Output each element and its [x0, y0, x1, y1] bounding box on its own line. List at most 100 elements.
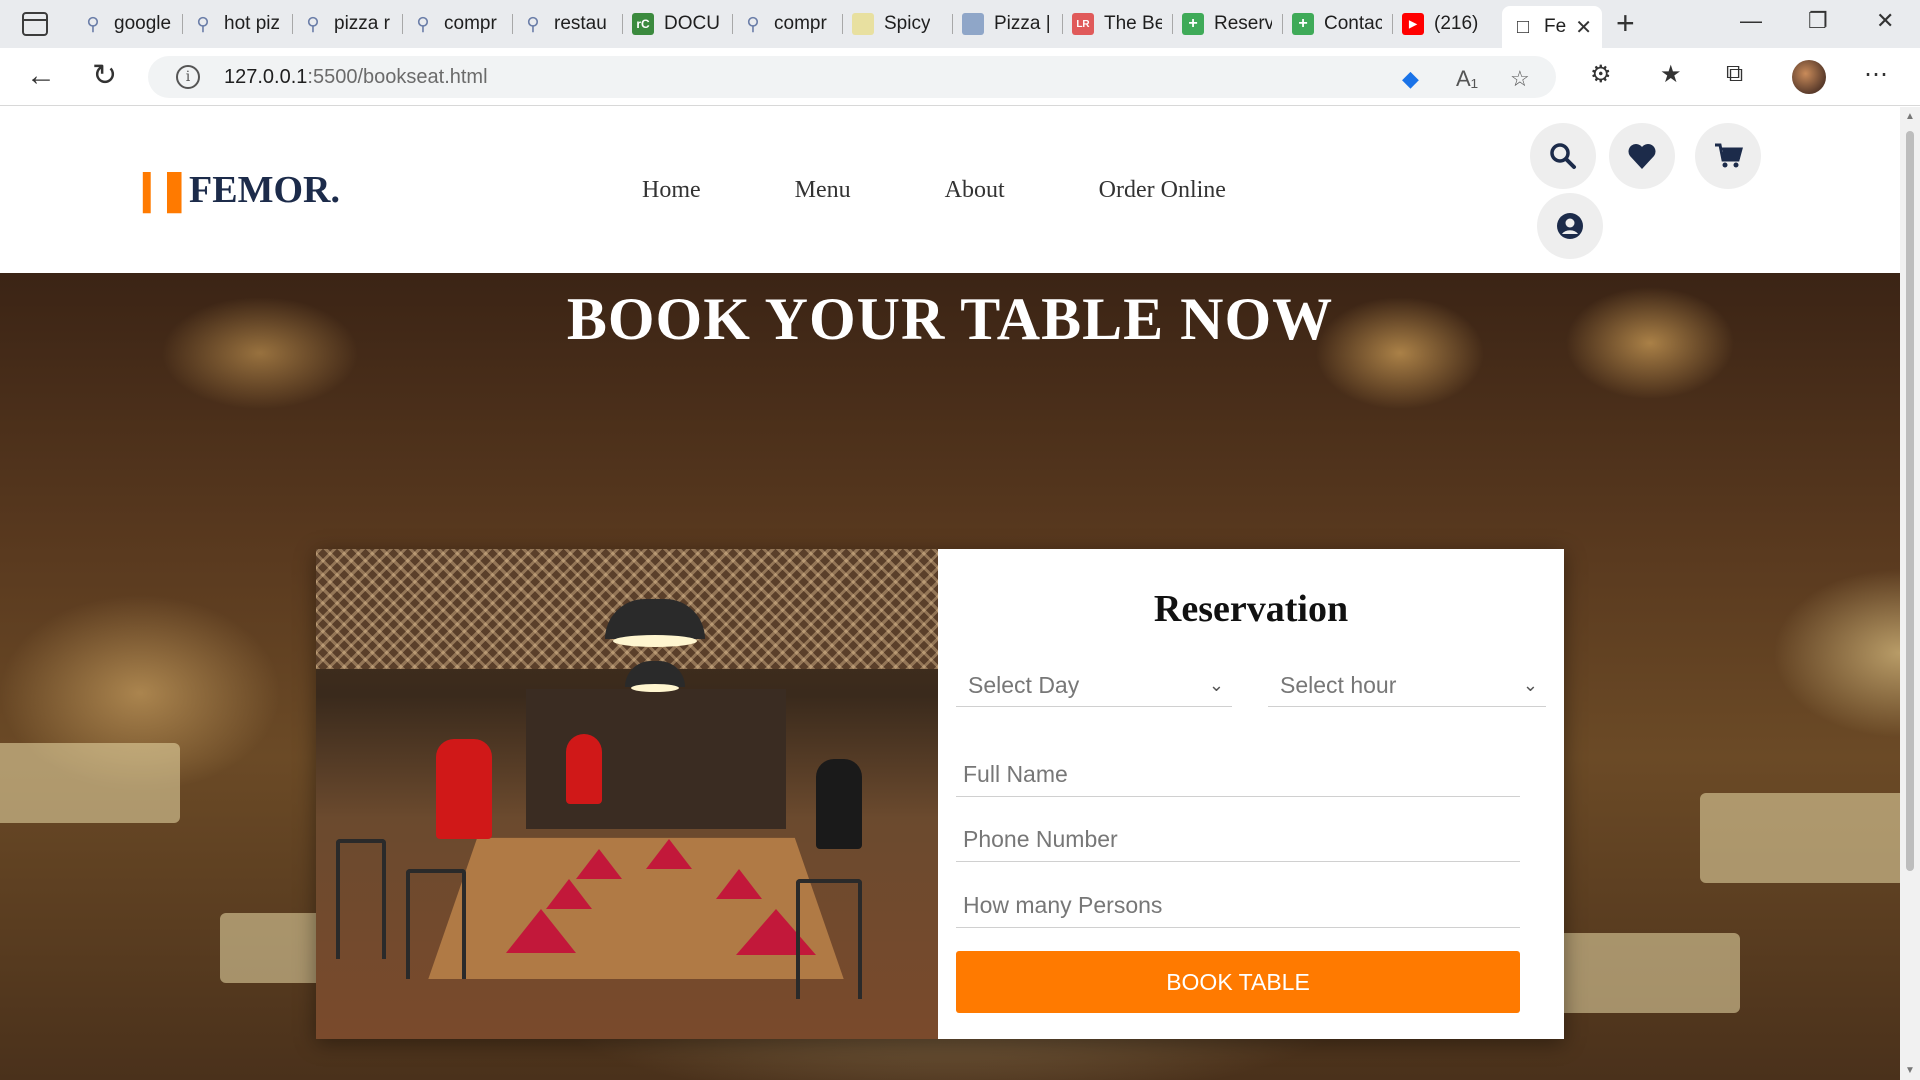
- select-hour[interactable]: Select hour ⌄: [1268, 663, 1546, 707]
- main-nav: Home Menu About Order Online: [642, 177, 1320, 204]
- book-table-button[interactable]: BOOK TABLE: [956, 951, 1520, 1013]
- scroll-thumb[interactable]: [1906, 131, 1914, 871]
- tab-title: DOCU: [664, 13, 720, 34]
- tab-title: The Be: [1104, 13, 1162, 34]
- close-window-icon[interactable]: ✕: [1876, 8, 1894, 34]
- tab-actions-icon[interactable]: [22, 12, 48, 36]
- refresh-icon[interactable]: ↻: [92, 58, 117, 94]
- heart-icon: [1628, 144, 1656, 169]
- nav-about[interactable]: About: [945, 177, 1005, 204]
- add-favorite-icon[interactable]: ☆: [1510, 66, 1530, 92]
- staff-figure: [566, 734, 602, 804]
- favorites-icon[interactable]: ★: [1660, 60, 1682, 89]
- chevron-down-icon: ⌄: [1522, 675, 1538, 695]
- browser-tab[interactable]: + Reserv: [1172, 6, 1282, 42]
- rc-icon: rC: [632, 13, 654, 35]
- minimize-icon[interactable]: —: [1740, 8, 1762, 34]
- dining-table: [428, 837, 844, 979]
- tab-title: restau: [554, 13, 607, 34]
- cart-button[interactable]: [1695, 123, 1761, 189]
- search-button[interactable]: [1530, 123, 1596, 189]
- browser-tab[interactable]: ⚲ google: [72, 6, 182, 42]
- youtube-icon: ▶: [1402, 13, 1424, 35]
- browser-tab[interactable]: ▶ (216): [1392, 6, 1502, 42]
- phone-number-field[interactable]: Phone Number: [956, 816, 1520, 862]
- browser-tab[interactable]: ⚲ compr: [402, 6, 512, 42]
- tab-title: compr: [774, 13, 827, 34]
- lr-icon: LR: [1072, 13, 1094, 35]
- tab-list: ⚲ google ⚲ hot piz ⚲ pizza r ⚲ compr ⚲ restau…: [72, 6, 1602, 48]
- select-day[interactable]: Select Day ⌄: [956, 663, 1232, 707]
- account-button[interactable]: [1537, 193, 1603, 259]
- select-hour-value: Select hour: [1280, 672, 1397, 698]
- tab-title: Fe: [1544, 16, 1567, 37]
- persons-count-placeholder: How many Persons: [963, 892, 1163, 918]
- nav-home[interactable]: Home: [642, 177, 701, 204]
- chair: [336, 839, 386, 959]
- wishlist-button[interactable]: [1609, 123, 1675, 189]
- url-text[interactable]: 127.0.0.1:5500/bookseat.html: [224, 66, 488, 89]
- address-bar[interactable]: i 127.0.0.1:5500/bookseat.html ◆ A₁ ☆: [148, 56, 1556, 98]
- nav-menu[interactable]: Menu: [795, 177, 851, 204]
- scroll-up-icon[interactable]: ▲: [1905, 111, 1915, 122]
- background-table: [0, 743, 180, 823]
- staff-figure: [436, 739, 492, 839]
- coupon-icon[interactable]: ◆: [1402, 66, 1419, 92]
- search-icon: ⚲: [746, 13, 760, 34]
- browser-tab[interactable]: ⚲ hot piz: [182, 6, 292, 42]
- read-aloud-icon[interactable]: A₁: [1456, 66, 1478, 92]
- phone-number-placeholder: Phone Number: [963, 826, 1118, 852]
- profile-avatar[interactable]: [1792, 60, 1826, 94]
- cart-icon: [1715, 143, 1743, 168]
- browser-tab[interactable]: Spicy: [842, 6, 952, 42]
- tab-title: compr: [444, 13, 497, 34]
- full-name-field[interactable]: Full Name: [956, 751, 1520, 797]
- back-icon[interactable]: ←: [26, 58, 56, 94]
- user-icon: [1557, 213, 1583, 239]
- scroll-down-icon[interactable]: ▼: [1905, 1065, 1915, 1076]
- tab-title: (216): [1434, 13, 1479, 34]
- browser-tab[interactable]: LR The Be: [1062, 6, 1172, 42]
- restore-icon[interactable]: ❐: [1808, 8, 1828, 34]
- tab-title: google: [114, 13, 172, 34]
- url-host: 127.0.0.1: [224, 66, 308, 88]
- photo-bar-wall: [526, 689, 786, 829]
- site-header: ❙❚ FEMOR. Home Menu About Order Online: [0, 107, 1900, 273]
- browser-tab[interactable]: ⚲ restau: [512, 6, 622, 42]
- browser-tab[interactable]: + Contac: [1282, 6, 1392, 42]
- tab-title: Contac: [1324, 13, 1382, 34]
- extensions-icon[interactable]: ⚙: [1590, 60, 1612, 89]
- browser-tab[interactable]: rC DOCU: [622, 6, 732, 42]
- browser-tabstrip: ⚲ google ⚲ hot piz ⚲ pizza r ⚲ compr ⚲ restau…: [0, 0, 1920, 48]
- chevron-down-icon: ⌄: [1208, 675, 1224, 695]
- search-icon: ⚲: [306, 13, 320, 34]
- background-table: [1700, 793, 1900, 883]
- site-logo[interactable]: ❙❚ FEMOR.: [130, 167, 340, 213]
- fork-spoon-icon: ❙❚: [130, 168, 191, 212]
- booking-hero: BOOK YOUR TABLE NOW Reservation Select D…: [0, 273, 1900, 1080]
- browser-tab[interactable]: ⚲ pizza r: [292, 6, 402, 42]
- select-day-value: Select Day: [968, 672, 1080, 698]
- restaurant-photo: [316, 549, 938, 1039]
- nav-order-online[interactable]: Order Online: [1099, 177, 1226, 204]
- collections-icon[interactable]: ⧉: [1726, 60, 1743, 88]
- plus-icon: +: [1182, 13, 1204, 35]
- leaf-icon: [852, 13, 874, 35]
- browser-tab[interactable]: Pizza |: [952, 6, 1062, 42]
- reservation-form: Reservation Select Day ⌄ Select hour ⌄ F…: [938, 549, 1564, 1039]
- site-info-icon[interactable]: i: [176, 65, 200, 89]
- guest-figure: [816, 759, 862, 849]
- new-tab-icon[interactable]: +: [1616, 7, 1635, 39]
- browser-toolbar: ← ↻ i 127.0.0.1:5500/bookseat.html ◆ A₁ …: [0, 48, 1920, 106]
- more-menu-icon[interactable]: ⋯: [1864, 60, 1888, 89]
- page-scrollbar[interactable]: ▲ ▼: [1900, 107, 1920, 1080]
- search-icon: ⚲: [416, 13, 430, 34]
- page-viewport: ❙❚ FEMOR. Home Menu About Order Online B…: [0, 107, 1900, 1080]
- browser-tab-active[interactable]: □ Fe ✕: [1502, 6, 1602, 48]
- persons-count-field[interactable]: How many Persons: [956, 882, 1520, 928]
- search-icon: [1550, 143, 1576, 169]
- browser-tab[interactable]: ⚲ compr: [732, 6, 842, 42]
- close-tab-icon[interactable]: ✕: [1575, 15, 1592, 40]
- page-icon: □: [1516, 15, 1530, 38]
- tab-title: pizza r: [334, 13, 390, 34]
